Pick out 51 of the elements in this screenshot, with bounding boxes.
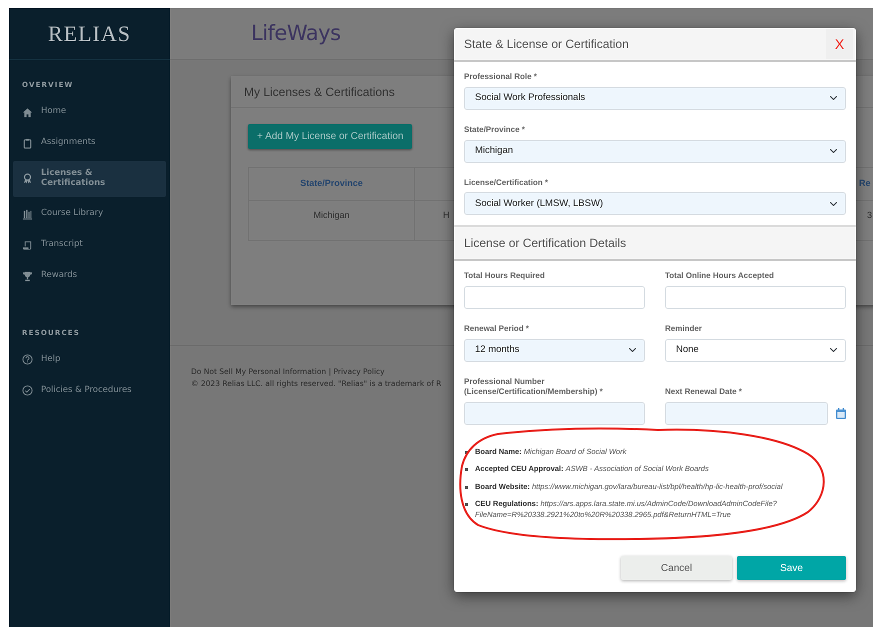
section-title: License or Certification Details — [464, 235, 626, 252]
input-field[interactable] — [464, 402, 645, 426]
bullet-icon — [465, 468, 468, 472]
relias-logo: RELIAS — [48, 20, 131, 48]
calendar-icon[interactable] — [836, 408, 846, 419]
input-field[interactable] — [665, 286, 846, 309]
select-field[interactable]: Social Work Professionals — [464, 86, 846, 110]
sidebar-link[interactable]: Transcript — [13, 232, 166, 258]
sidebar-link[interactable]: Licenses & Certifications — [13, 160, 166, 196]
field-label: Total Hours Required — [464, 271, 546, 282]
card-title: My Licenses & Certifications — [244, 84, 395, 100]
date-field[interactable] — [665, 402, 828, 426]
sidebar-link[interactable]: Rewards — [13, 262, 166, 290]
table-cell: H — [443, 210, 450, 220]
field-label: Professional Role * — [464, 72, 538, 83]
bullet-icon — [465, 486, 468, 489]
field-label: State/Province * — [464, 124, 526, 136]
home-icon — [22, 106, 33, 118]
award-icon — [22, 173, 33, 184]
select-field[interactable]: Michigan — [464, 140, 846, 163]
modal-title: State & License or Certification — [464, 36, 629, 53]
field-label: Next Renewal Date * — [665, 387, 743, 398]
scroll-icon — [22, 240, 33, 250]
sidebar-link[interactable]: Course Library — [13, 200, 166, 228]
trophy-icon — [22, 270, 33, 282]
field-label: Renewal Period * — [464, 324, 530, 335]
columns-icon — [22, 208, 33, 220]
bullet-icon — [465, 451, 468, 454]
field-label: Reminder — [665, 324, 703, 335]
sidebar-link[interactable]: Assignments — [13, 130, 166, 156]
bullet-icon — [465, 502, 468, 506]
select-field[interactable]: 12 months — [464, 338, 645, 362]
clipboard-icon — [22, 138, 33, 148]
select-field[interactable]: None — [665, 338, 846, 362]
help-icon — [22, 354, 33, 365]
input-field[interactable] — [464, 286, 645, 309]
table-cell: 3 — [867, 210, 872, 220]
sidebar-link[interactable]: Policies & Procedures — [13, 377, 166, 404]
select-field[interactable]: Social Worker (LMSW, LBSW) — [464, 192, 846, 216]
field-label: Professional Number (License/Certification/Membership) * — [464, 376, 604, 398]
table-cell: Michigan — [313, 210, 350, 220]
cancel-button[interactable]: Cancel — [621, 556, 732, 580]
save-button[interactable]: Save — [737, 556, 846, 580]
add-license-button[interactable]: + Add My License or Certification — [248, 124, 412, 149]
sidebar-link[interactable]: Home — [13, 98, 166, 126]
sidebar-link[interactable]: Help — [13, 346, 166, 373]
field-label: Total Online Hours Accepted — [665, 271, 775, 282]
check-circle-icon — [22, 385, 33, 396]
field-label: License/Certification * — [464, 178, 550, 188]
close-button[interactable]: X — [826, 29, 853, 59]
lifeways-logo: LifeWays — [251, 20, 341, 47]
